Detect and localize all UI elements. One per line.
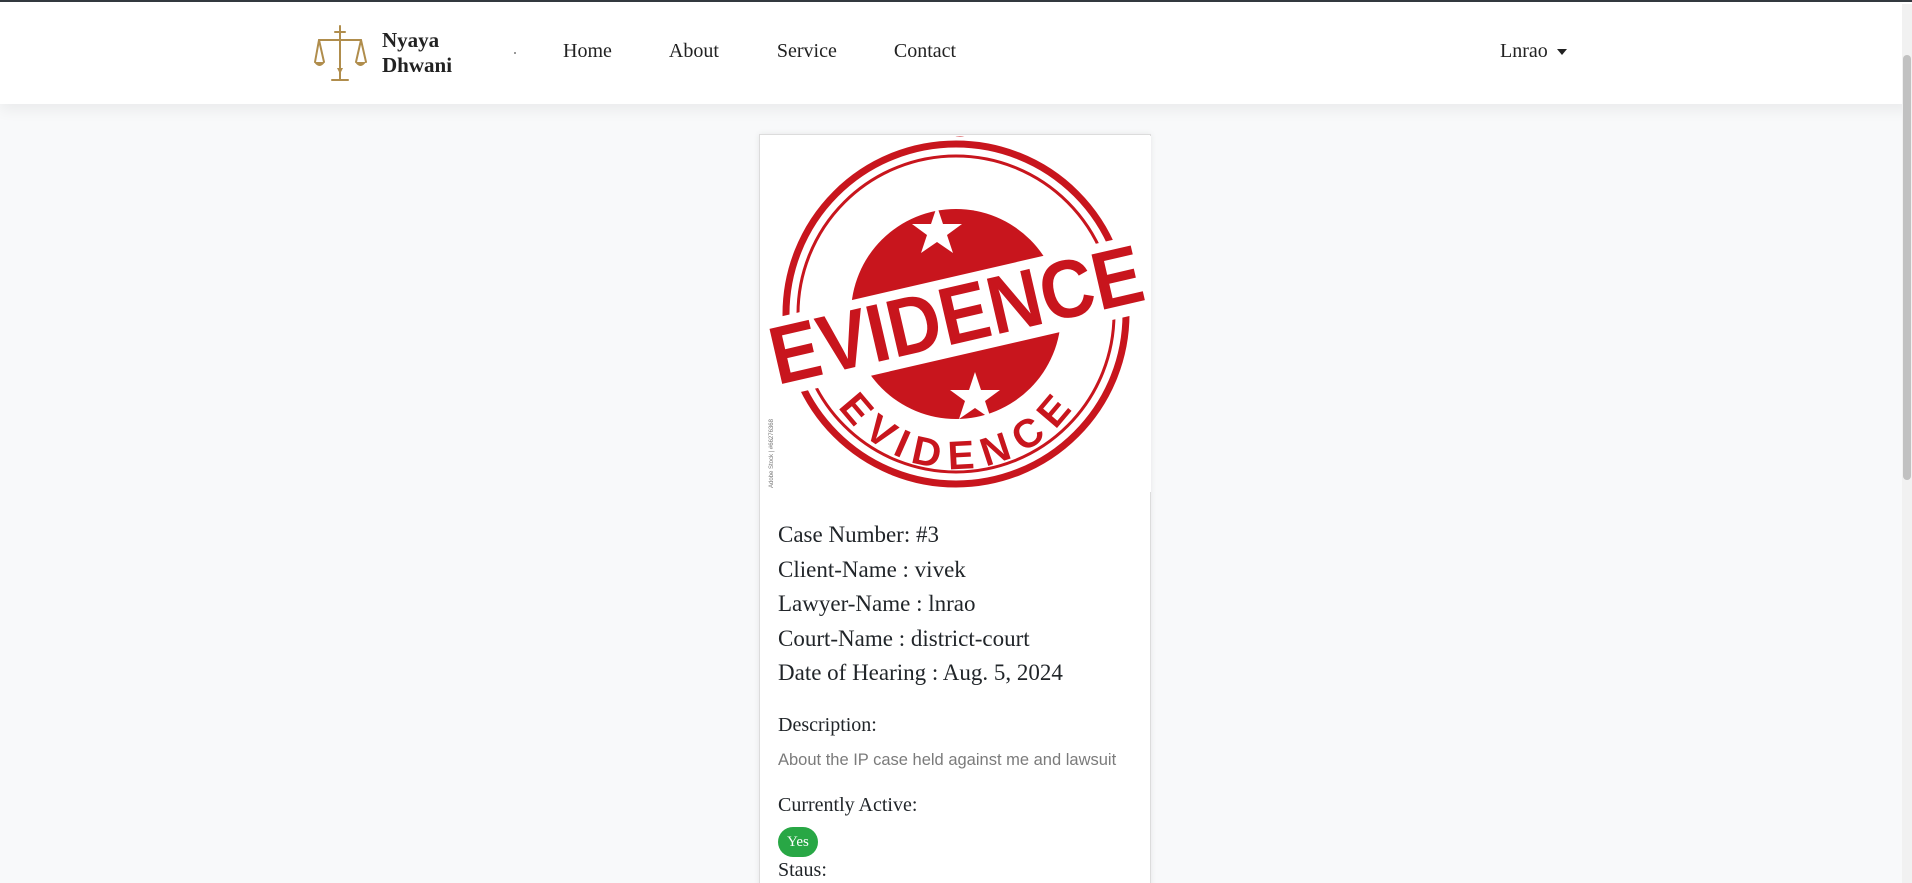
caret-down-icon	[1556, 49, 1567, 55]
status-label: Staus:	[778, 858, 827, 881]
description-text: About the IP case held against me and la…	[778, 750, 1117, 769]
evidence-stamp-graphic: EVIDENCE EVIDENCE EVIDENCE	[761, 136, 1151, 488]
top-navbar: Nyaya Dhwani Home About Service Contact …	[0, 2, 1912, 104]
nav-about-link[interactable]: About	[669, 40, 719, 63]
lawyer-name: Lawyer-Name : lnrao	[778, 591, 976, 616]
user-name: Lnrao	[1500, 40, 1548, 62]
active-status-badge: Yes	[778, 826, 818, 857]
nav-service-link[interactable]: Service	[777, 40, 837, 63]
stock-credit-text: Adobe Stock | #66276368	[769, 419, 775, 488]
user-dropdown-toggle[interactable]: Lnrao	[1500, 40, 1567, 63]
client-name: Client-Name : vivek	[778, 556, 966, 582]
court-name: Court-Name : district-court	[778, 625, 1030, 651]
brand-divider	[514, 52, 516, 54]
scrollbar-thumb[interactable]	[1903, 55, 1911, 480]
brand-link[interactable]: Nyaya Dhwani	[313, 24, 452, 82]
case-card: EVIDENCE EVIDENCE EVIDENCE Adobe Stock |…	[759, 134, 1151, 883]
active-label: Currently Active:	[778, 793, 918, 816]
hearing-date: Date of Hearing : Aug. 5, 2024	[778, 660, 1063, 685]
nav-home-link[interactable]: Home	[563, 40, 612, 63]
evidence-stamp-image: EVIDENCE EVIDENCE EVIDENCE Adobe Stock |…	[761, 136, 1151, 492]
page-scrollbar[interactable]	[1902, 4, 1912, 883]
case-number: Case Number: #3	[778, 522, 939, 547]
description-label: Description:	[778, 713, 877, 736]
main-nav: Home About Service Contact	[563, 40, 1013, 63]
nav-contact-link[interactable]: Contact	[894, 40, 956, 63]
brand-name-line1: Nyaya	[382, 28, 440, 52]
scales-of-justice-icon	[314, 25, 367, 81]
brand-name: Nyaya Dhwani	[382, 28, 452, 78]
brand-name-line2: Dhwani	[382, 53, 453, 77]
stamp-text-top: EVIDENCE	[761, 136, 1010, 146]
case-details: Case Number: #3 Client-Name : vivek Lawy…	[778, 518, 1138, 882]
